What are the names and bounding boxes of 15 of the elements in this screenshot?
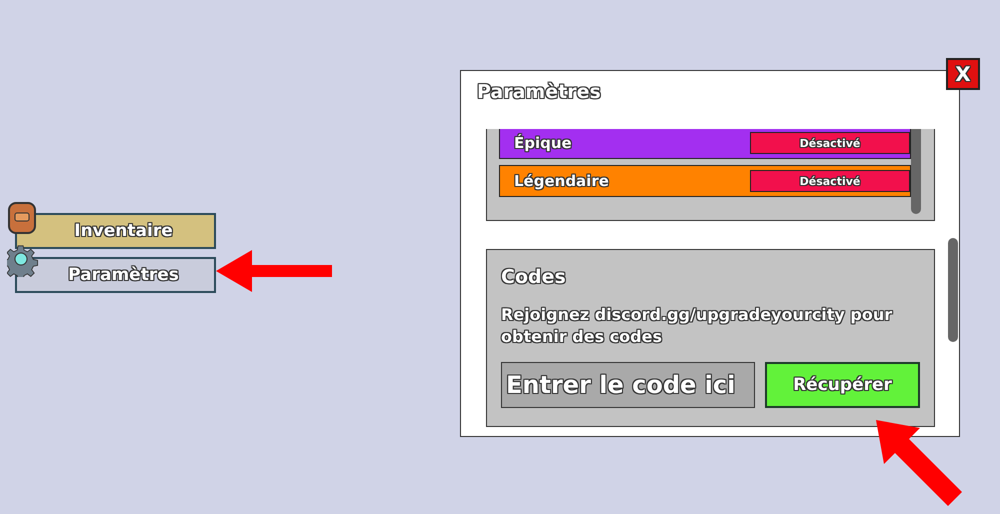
arrow-icon [876, 420, 962, 506]
scrollbar[interactable] [911, 129, 921, 214]
rarity-name: Légendaire [513, 172, 609, 190]
code-input-field[interactable]: Entrer le code ici [501, 362, 755, 408]
panel-title: Paramètres [476, 80, 602, 105]
scrollbar[interactable] [948, 238, 958, 342]
toggle-button[interactable]: Désactivé [750, 170, 910, 192]
section-title: Codes [501, 266, 567, 288]
settings-icon [7, 245, 39, 277]
backpack-icon [7, 201, 37, 235]
toggle-button[interactable]: Désactivé [750, 132, 910, 154]
close-button[interactable]: X [946, 58, 980, 90]
codes-description: Rejoignez discord.gg/upgradeyourcity pour obtenir des codes [501, 304, 894, 348]
rarity-name: Épique [513, 134, 572, 152]
arrow-icon [216, 250, 332, 292]
